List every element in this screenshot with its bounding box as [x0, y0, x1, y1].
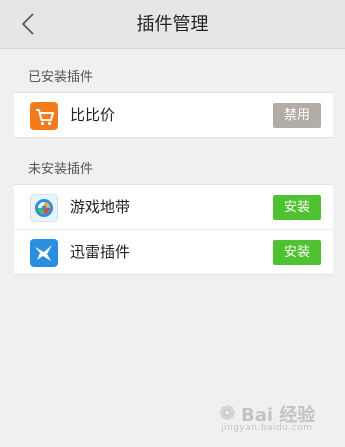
- disable-button[interactable]: 禁用: [273, 103, 321, 128]
- plugin-row-game-zone: 游戏地带 安装: [14, 185, 333, 229]
- app-header: 插件管理: [0, 0, 345, 49]
- game-zone-icon: [30, 194, 58, 222]
- install-button[interactable]: 安装: [273, 195, 321, 220]
- baidu-jingyan-watermark: ❁ Bai 经验 jingyan.baidu.com: [219, 401, 316, 433]
- section-label-uninstalled: 未安装插件: [28, 162, 94, 177]
- uninstalled-plugin-list: 游戏地带 安装 迅雷插件 安装: [14, 184, 333, 275]
- install-button[interactable]: 安装: [273, 240, 321, 265]
- plugin-row-thunder: 迅雷插件 安装: [14, 229, 333, 274]
- thunder-bird-icon: [30, 239, 58, 267]
- page-title: 插件管理: [136, 14, 209, 35]
- plugin-name: 迅雷插件: [70, 243, 131, 261]
- plugin-name: 比比价: [70, 106, 116, 124]
- shopping-cart-icon: [30, 102, 58, 130]
- plugin-name: 游戏地带: [70, 198, 131, 216]
- paw-icon: ❁: [219, 401, 236, 425]
- section-label-installed: 已安装插件: [28, 70, 94, 85]
- plugin-row-bibijia: 比比价 禁用: [14, 93, 333, 137]
- installed-plugin-list: 比比价 禁用: [14, 92, 333, 138]
